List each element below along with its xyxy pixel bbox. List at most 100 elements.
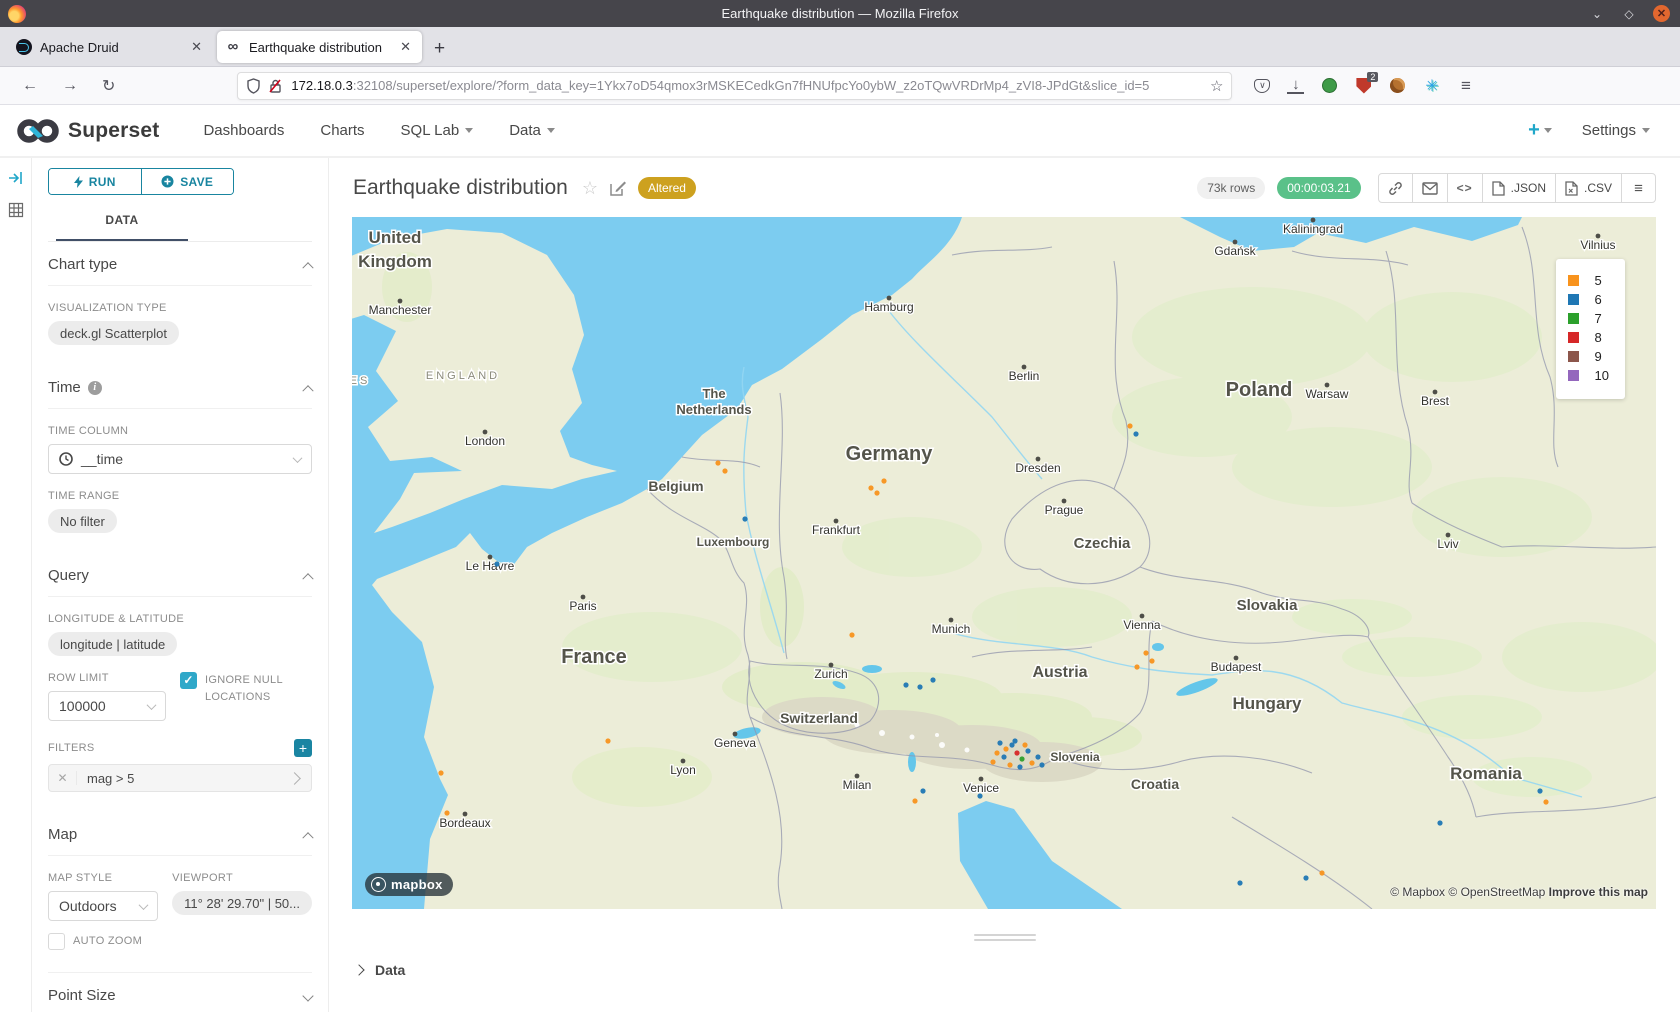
nav-item-sql-lab[interactable]: SQL Lab: [383, 122, 492, 139]
tab-data[interactable]: DATA: [56, 213, 188, 241]
filter-pill[interactable]: ✕ mag > 5: [48, 764, 312, 792]
edit-properties-icon[interactable]: [610, 180, 626, 196]
copy-link-button[interactable]: [1378, 173, 1413, 203]
city-label: Zurich: [814, 667, 847, 681]
deckgl-map[interactable]: UnitedKingdomENGLANDESTheNetherlandsBelg…: [352, 217, 1656, 909]
earthquake-point: [1543, 799, 1548, 804]
ublock-icon[interactable]: 2: [1355, 77, 1372, 94]
legend-item[interactable]: 10: [1568, 368, 1609, 383]
viz-type-value[interactable]: deck.gl Scatterplot: [48, 321, 179, 345]
auto-zoom-checkbox[interactable]: [48, 933, 65, 950]
add-new-button[interactable]: +: [1528, 119, 1552, 142]
bookmark-star-icon[interactable]: ☆: [1204, 77, 1223, 95]
nav-item-charts[interactable]: Charts: [302, 122, 382, 139]
browser-menu-icon[interactable]: ≡: [1457, 77, 1474, 94]
earthquake-point: [1022, 742, 1027, 747]
time-range-label: TIME RANGE: [48, 490, 312, 502]
attribution-improve-link[interactable]: Improve this map: [1549, 885, 1648, 899]
insecure-lock-icon[interactable]: [268, 78, 283, 94]
legend-item[interactable]: 9: [1568, 349, 1609, 364]
settings-menu[interactable]: Settings: [1582, 122, 1650, 139]
nav-item-dashboards[interactable]: Dashboards: [185, 122, 302, 139]
nav-item-data[interactable]: Data: [491, 122, 573, 139]
viewport-value[interactable]: 11° 28' 29.70" | 50...: [172, 891, 312, 915]
map-style-select[interactable]: Outdoors: [48, 891, 158, 921]
legend-label: 8: [1595, 330, 1602, 345]
country-label: France: [561, 646, 627, 668]
tab-close-icon[interactable]: ✕: [397, 39, 414, 55]
section-map[interactable]: Map: [48, 812, 312, 856]
earthquake-point: [1149, 658, 1154, 663]
time-range-value[interactable]: No filter: [48, 509, 117, 533]
earthquake-point: [605, 738, 610, 743]
row-limit-select[interactable]: 100000: [48, 691, 166, 721]
dataset-grid-icon[interactable]: [8, 202, 24, 218]
reload-button[interactable]: ↻: [90, 76, 127, 96]
email-button[interactable]: [1412, 173, 1448, 203]
data-panel-toggle[interactable]: Data: [329, 944, 1680, 996]
remove-filter-icon[interactable]: ✕: [49, 771, 77, 785]
file-icon: [1492, 181, 1505, 196]
pocket-icon[interactable]: ∨: [1254, 79, 1270, 93]
mapbox-logo[interactable]: mapbox: [365, 873, 453, 896]
url-bar[interactable]: 172.18.0.3:32108/superset/explore/?form_…: [237, 72, 1232, 100]
extension-asterisk-icon[interactable]: ✳: [1423, 77, 1440, 94]
earthquake-point: [438, 770, 443, 775]
view-query-button[interactable]: <>: [1447, 173, 1483, 203]
legend-item[interactable]: 5: [1568, 273, 1609, 288]
forward-button[interactable]: →: [50, 77, 90, 95]
earthquake-point: [1133, 431, 1138, 436]
superset-logo[interactable]: Superset: [16, 117, 159, 145]
clock-icon: [59, 452, 73, 466]
add-filter-button[interactable]: +: [294, 739, 312, 757]
tracking-shield-icon[interactable]: [246, 78, 261, 94]
attribution-mapbox[interactable]: © Mapbox: [1390, 885, 1445, 899]
chart-menu-button[interactable]: ≡: [1621, 173, 1656, 203]
legend-item[interactable]: 7: [1568, 311, 1609, 326]
city-label: Brest: [1421, 394, 1450, 408]
collapse-panel-icon[interactable]: [8, 170, 24, 186]
time-column-select[interactable]: __time: [48, 444, 312, 474]
legend-item[interactable]: 8: [1568, 330, 1609, 345]
section-time[interactable]: Time i: [48, 365, 312, 409]
window-minimize-button[interactable]: ⌄: [1589, 7, 1605, 21]
privacy-badger-icon[interactable]: [1321, 77, 1338, 94]
section-chart-type[interactable]: Chart type: [48, 242, 312, 286]
url-text[interactable]: 172.18.0.3:32108/superset/explore/?form_…: [291, 78, 1204, 93]
section-query[interactable]: Query: [48, 553, 312, 597]
earthquake-point: [1003, 746, 1008, 751]
save-button[interactable]: SAVE: [142, 169, 234, 194]
window-close-button[interactable]: ✕: [1653, 5, 1670, 22]
altered-badge[interactable]: Altered: [638, 177, 696, 199]
cookie-extension-icon[interactable]: [1389, 77, 1406, 94]
ignore-null-checkbox[interactable]: ✓: [180, 672, 197, 689]
section-point-size[interactable]: Point Size: [48, 972, 312, 1012]
country-label: The: [702, 386, 725, 401]
country-label: Netherlands: [676, 402, 751, 417]
city-label: Hamburg: [864, 300, 913, 314]
earthquake-point: [1029, 760, 1034, 765]
country-label: Kingdom: [358, 252, 432, 271]
browser-tab[interactable]: ∞Earthquake distribution✕: [217, 31, 422, 63]
earthquake-point: [1014, 750, 1019, 755]
attribution-osm[interactable]: © OpenStreetMap: [1448, 885, 1545, 899]
country-label: Switzerland: [780, 710, 858, 726]
new-tab-button[interactable]: +: [424, 38, 455, 66]
browser-tab[interactable]: Apache Druid✕: [8, 31, 213, 63]
panel-resize-handle[interactable]: [974, 931, 1036, 944]
lonlat-value[interactable]: longitude | latitude: [48, 632, 177, 656]
earthquake-point: [1134, 664, 1139, 669]
tab-close-icon[interactable]: ✕: [188, 39, 205, 55]
legend-item[interactable]: 6: [1568, 292, 1609, 307]
favorite-star-icon[interactable]: ☆: [582, 178, 598, 199]
legend-swatch: [1568, 294, 1579, 305]
city-label: Milan: [843, 778, 872, 792]
back-button[interactable]: ←: [10, 77, 50, 95]
window-maximize-button[interactable]: ◇: [1621, 7, 1637, 21]
export-json-button[interactable]: .JSON: [1482, 173, 1556, 203]
run-button[interactable]: RUN: [49, 169, 142, 194]
superset-infinity-icon: [16, 117, 60, 145]
city-label: Gdańsk: [1214, 244, 1256, 258]
downloads-icon[interactable]: ↓: [1287, 78, 1304, 94]
export-csv-button[interactable]: .CSV: [1555, 173, 1622, 203]
